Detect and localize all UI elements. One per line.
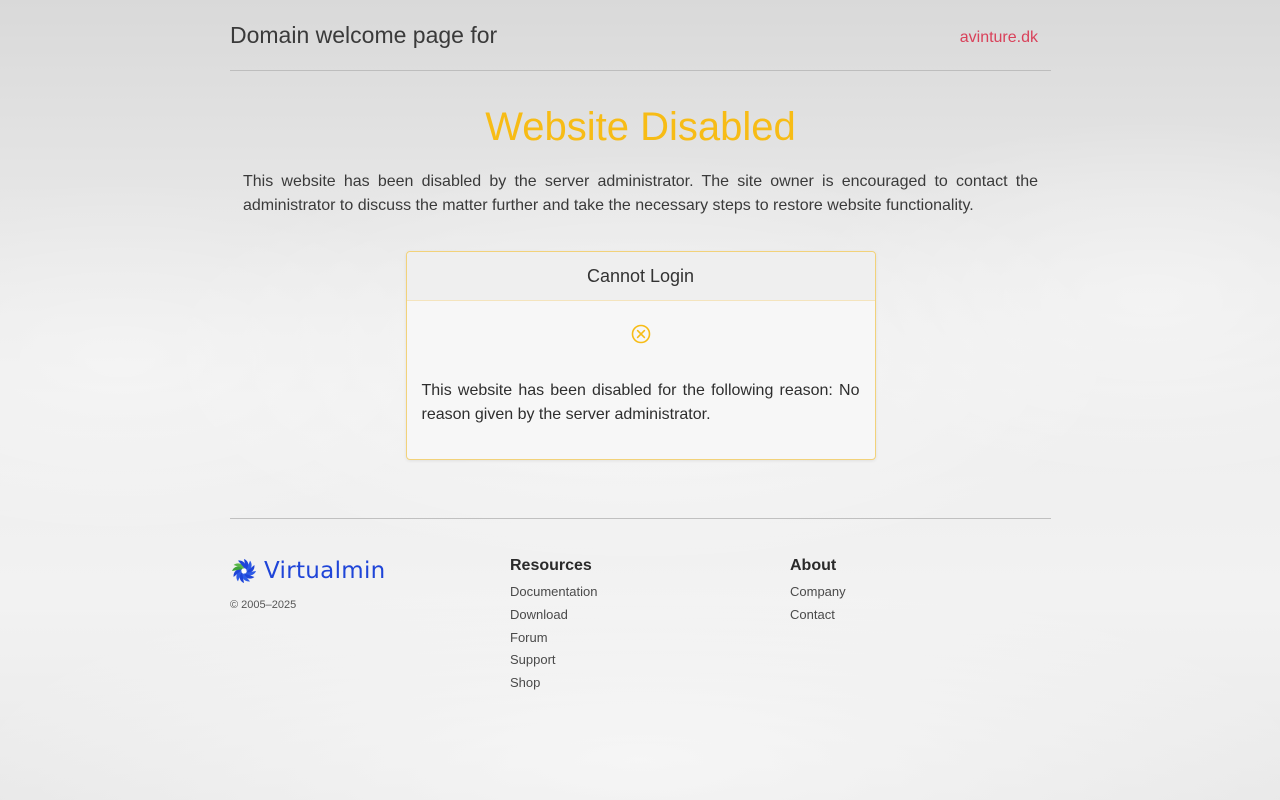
- list-item: Documentation: [510, 581, 597, 604]
- about-heading: About: [790, 557, 837, 574]
- download-link[interactable]: Download: [510, 607, 568, 622]
- footer-brand: Virtualmin © 2005–2025: [230, 557, 386, 611]
- list-item: Company: [790, 581, 846, 604]
- main-description: This website has been disabled by the se…: [243, 173, 1038, 214]
- forum-link[interactable]: Forum: [510, 630, 548, 645]
- list-item: Shop: [510, 672, 597, 695]
- page-header: Domain welcome page for avinture.dk: [230, 0, 1051, 71]
- shop-link[interactable]: Shop: [510, 675, 540, 690]
- main-title: Website Disabled: [485, 105, 796, 149]
- contact-link[interactable]: Contact: [790, 607, 835, 622]
- page-container: Domain welcome page for avinture.dk Webs…: [230, 0, 1051, 719]
- footer: Virtualmin © 2005–2025 Resources Documen…: [230, 519, 1051, 719]
- resources-heading: Resources: [510, 557, 592, 574]
- domain-link[interactable]: avinture.dk: [960, 29, 1038, 47]
- about-list: Company Contact: [790, 581, 846, 627]
- documentation-link[interactable]: Documentation: [510, 584, 597, 599]
- circle-x-icon: [631, 324, 650, 344]
- company-link[interactable]: Company: [790, 584, 846, 599]
- card-message: This website has been disabled for the f…: [421, 382, 860, 423]
- virtualmin-swirl-icon: [232, 559, 256, 583]
- list-item: Forum: [510, 627, 597, 650]
- list-item: Download: [510, 604, 597, 627]
- list-item: Support: [510, 649, 597, 672]
- virtualmin-logo[interactable]: Virtualmin: [230, 557, 386, 585]
- copyright: © 2005–2025: [230, 599, 297, 611]
- support-link[interactable]: Support: [510, 652, 556, 667]
- resources-column: Resources Documentation Download Forum S…: [510, 557, 597, 695]
- resources-list: Documentation Download Forum Support Sho…: [510, 581, 597, 695]
- brand-name: Virtualmin: [264, 558, 386, 584]
- card-body: This website has been disabled for the f…: [407, 301, 875, 459]
- login-card: Cannot Login This website has been disab…: [405, 251, 876, 460]
- list-item: Contact: [790, 604, 846, 627]
- card-title: Cannot Login: [406, 252, 875, 301]
- about-column: About Company Contact: [790, 557, 846, 627]
- header-title: Domain welcome page for: [230, 22, 498, 48]
